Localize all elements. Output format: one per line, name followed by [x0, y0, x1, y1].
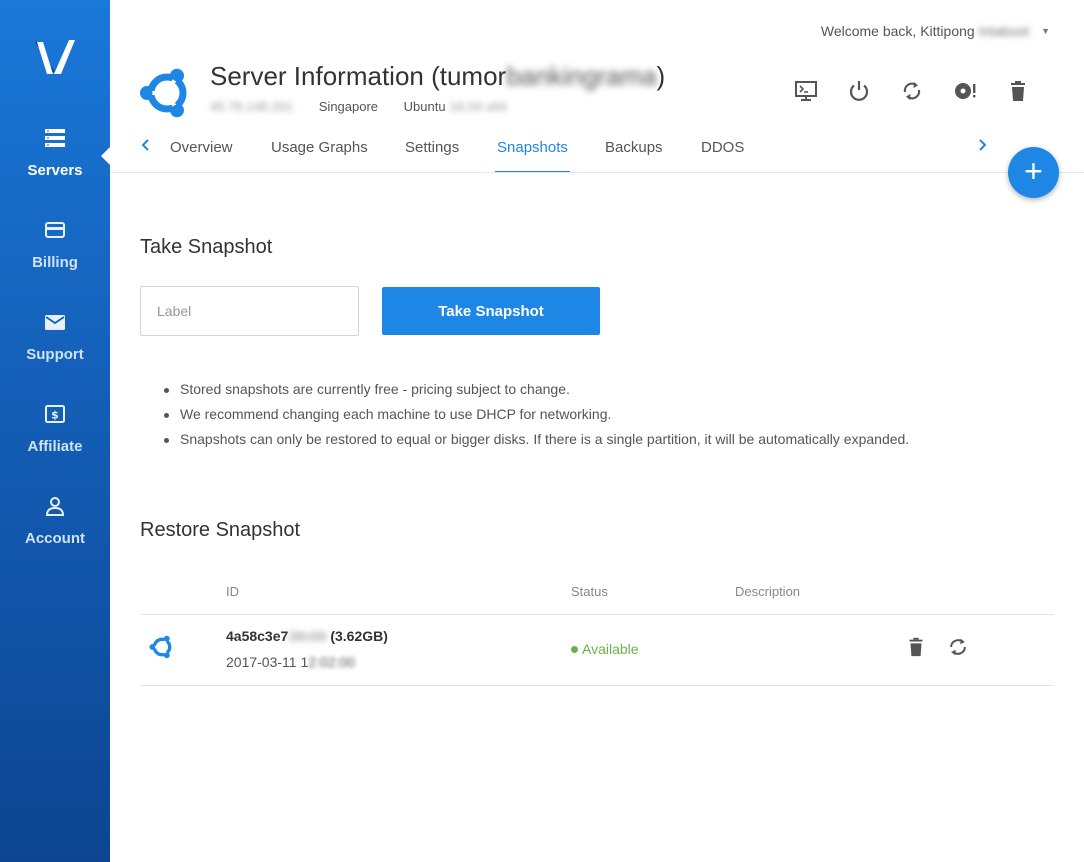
redacted-surname: Intaboot [978, 23, 1030, 39]
snapshot-notes: Stored snapshots are currently free - pr… [164, 377, 909, 452]
reinstall-button[interactable] [938, 78, 991, 104]
sidebar-item-affiliate[interactable]: $ Affiliate [0, 404, 110, 455]
server-location: Singapore [318, 99, 379, 114]
list-item: We recommend changing each machine to us… [164, 402, 909, 427]
active-indicator [101, 147, 110, 165]
restore-icon[interactable] [947, 636, 969, 658]
servers-icon [45, 129, 65, 147]
tab-ddos[interactable]: DDOS [701, 128, 744, 173]
sidebar-item-billing[interactable]: Billing [0, 220, 110, 271]
list-item: Stored snapshots are currently free - pr… [164, 377, 909, 402]
chevron-right-icon[interactable] [976, 138, 988, 152]
trash-icon [1010, 81, 1025, 101]
sidebar-item-label: Billing [32, 254, 78, 271]
credit-card-icon [45, 222, 65, 238]
server-tabs: Overview Usage Graphs Settings Snapshots… [140, 128, 988, 173]
title-text: Server Information (tumor [210, 61, 507, 91]
list-item: Snapshots can only be restored to equal … [164, 427, 909, 452]
user-icon [45, 497, 65, 516]
envelope-icon [45, 315, 65, 330]
destroy-button[interactable] [991, 78, 1044, 104]
power-button[interactable] [832, 78, 885, 104]
take-snapshot-button[interactable]: Take Snapshot [382, 287, 600, 335]
sidebar-item-label: Account [25, 530, 85, 547]
ubuntu-logo-icon [140, 68, 187, 118]
sidebar-item-account[interactable]: Account [0, 496, 110, 547]
sidebar-item-label: Servers [27, 162, 83, 179]
ubuntu-logo-icon [149, 635, 172, 659]
sidebar-item-support[interactable]: Support [0, 312, 110, 363]
restart-icon [903, 82, 920, 100]
tab-overview[interactable]: Overview [170, 128, 233, 173]
restore-snapshot-heading: Restore Snapshot [140, 519, 301, 541]
console-button[interactable] [779, 78, 832, 104]
tab-snapshots[interactable]: Snapshots [495, 128, 570, 173]
sidebar-item-servers[interactable]: Servers [0, 128, 110, 179]
disc-alert-icon [954, 83, 975, 99]
sidebar: Servers Billing Support $ Affiliate Acco… [0, 0, 110, 862]
redacted-os-version: 16.04 x64 [449, 99, 507, 114]
redacted-ip: 45.76.148.201 [210, 99, 294, 114]
tab-backups[interactable]: Backups [605, 128, 663, 173]
title-suffix: ) [656, 61, 666, 91]
sidebar-item-label: Support [26, 346, 84, 363]
tab-usage-graphs[interactable]: Usage Graphs [271, 128, 368, 173]
status-badge: Available [571, 641, 639, 657]
snapshot-date-prefix: 2017-03-11 1 [226, 654, 309, 670]
user-menu[interactable]: Welcome back, Kittipong Intaboot ▼ [821, 23, 1050, 39]
restart-button[interactable] [885, 78, 938, 104]
table-header-divider [140, 614, 1054, 615]
tabs-divider [110, 172, 1084, 173]
table-row-divider [140, 685, 1054, 686]
redacted-hostname: bankingrama [506, 61, 657, 91]
redacted-snapshot-id: 38c68 [288, 628, 327, 644]
snapshot-id: 4a58c3e738c68 (3.62GB) [226, 628, 388, 644]
snapshot-size: (3.62GB) [330, 628, 388, 644]
chevron-left-icon[interactable] [140, 138, 152, 152]
column-header-id: ID [226, 584, 239, 599]
console-icon [794, 81, 817, 101]
redacted-snapshot-time: 2:02:00 [308, 654, 355, 670]
server-meta: 45.76.148.201 Singapore Ubuntu 16.04 x64 [210, 99, 507, 114]
status-text: Available [582, 641, 639, 657]
power-icon [849, 81, 868, 101]
add-server-button[interactable]: + [1008, 147, 1059, 198]
status-dot [571, 646, 578, 653]
caret-down-icon: ▼ [1041, 26, 1050, 36]
server-actions [779, 78, 1044, 104]
dollar-bill-icon: $ [45, 405, 65, 423]
take-snapshot-heading: Take Snapshot [140, 236, 273, 258]
sidebar-item-label: Affiliate [27, 438, 83, 455]
welcome-text: Welcome back, Kittipong [820, 23, 975, 39]
server-os: Ubuntu [403, 99, 446, 114]
trash-icon[interactable] [905, 636, 927, 658]
vultr-logo-icon[interactable] [33, 36, 77, 80]
column-header-description: Description [735, 584, 801, 599]
svg-text:$: $ [51, 409, 59, 422]
snapshot-id-prefix: 4a58c3e7 [226, 628, 289, 644]
column-header-status: Status [571, 584, 608, 599]
snapshot-date: 2017-03-11 12:02:00 [226, 654, 355, 670]
tab-settings[interactable]: Settings [405, 128, 459, 173]
snapshot-label-input[interactable] [140, 286, 359, 336]
page-title: Server Information (tumorbankingrama) [210, 61, 665, 92]
